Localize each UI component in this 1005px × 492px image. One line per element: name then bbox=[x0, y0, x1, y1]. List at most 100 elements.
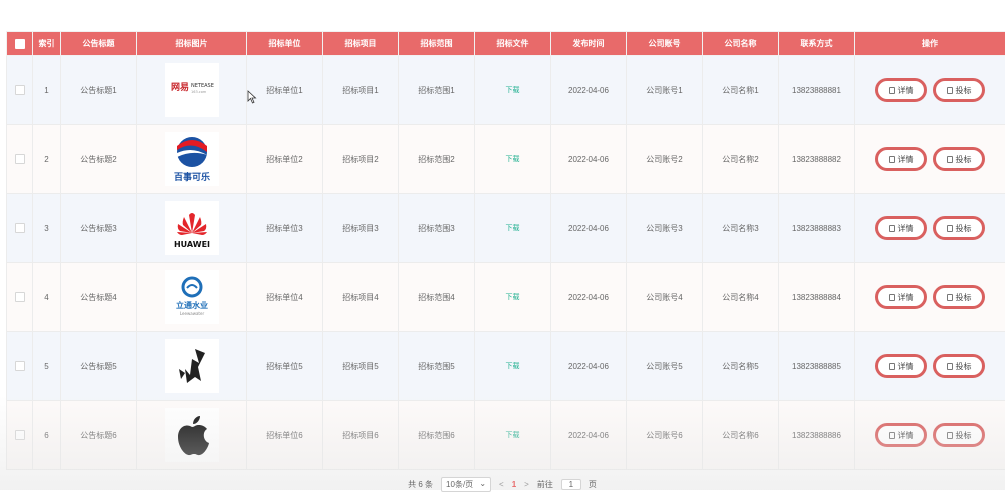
cell-unit: 招标单位2 bbox=[247, 125, 323, 194]
cell-actions: 详情投标 bbox=[855, 401, 1005, 470]
cell-file: 下载 bbox=[475, 263, 551, 332]
page-suffix: 页 bbox=[589, 479, 597, 490]
cell-company: 公司名称3 bbox=[703, 194, 779, 263]
detail-button-label: 详情 bbox=[898, 223, 914, 234]
cell-file: 下载 bbox=[475, 332, 551, 401]
cell-scope: 招标范围2 bbox=[399, 125, 475, 194]
current-page-number[interactable]: 1 bbox=[512, 480, 516, 489]
document-icon bbox=[947, 294, 953, 301]
bid-button[interactable]: 投标 bbox=[933, 147, 985, 171]
column-header-image: 招标图片 bbox=[137, 32, 247, 56]
detail-button[interactable]: 详情 bbox=[875, 354, 927, 378]
cell-time: 2022-04-06 bbox=[551, 332, 627, 401]
row-checkbox[interactable] bbox=[15, 430, 25, 440]
row-checkbox[interactable] bbox=[15, 223, 25, 233]
cell-index: 6 bbox=[33, 401, 61, 470]
detail-button[interactable]: 详情 bbox=[875, 423, 927, 447]
document-icon bbox=[889, 294, 895, 301]
cell-contact: 13823888884 bbox=[779, 263, 855, 332]
cell-company: 公司名称2 bbox=[703, 125, 779, 194]
row-checkbox[interactable] bbox=[15, 154, 25, 164]
svg-text:百事可乐: 百事可乐 bbox=[173, 171, 209, 183]
detail-button[interactable]: 详情 bbox=[875, 78, 927, 102]
cell-project: 招标项目6 bbox=[323, 401, 399, 470]
cell-scope: 招标范围6 bbox=[399, 401, 475, 470]
data-table: 索引 公告标题 招标图片 招标单位 招标项目 招标范围 招标文件 发布时间 公司… bbox=[6, 31, 1005, 470]
bird-logo bbox=[165, 339, 219, 393]
cell-unit: 招标单位3 bbox=[247, 194, 323, 263]
table-row: 3公告标题3HUAWEI招标单位3招标项目3招标范围3下载2022-04-06公… bbox=[7, 194, 1005, 263]
detail-button-label: 详情 bbox=[898, 292, 914, 303]
goto-page-input[interactable]: 1 bbox=[561, 479, 581, 490]
bid-button-label: 投标 bbox=[956, 292, 972, 303]
cell-title: 公告标题2 bbox=[61, 125, 137, 194]
cell-index: 5 bbox=[33, 332, 61, 401]
row-checkbox[interactable] bbox=[15, 292, 25, 302]
download-link[interactable]: 下载 bbox=[506, 87, 520, 94]
cell-time: 2022-04-06 bbox=[551, 125, 627, 194]
row-select-cell bbox=[7, 56, 33, 125]
download-link[interactable]: 下载 bbox=[506, 225, 520, 232]
cell-account: 公司账号5 bbox=[627, 332, 703, 401]
detail-button-label: 详情 bbox=[898, 361, 914, 372]
mouse-cursor-icon bbox=[247, 90, 257, 104]
cell-project: 招标项目3 bbox=[323, 194, 399, 263]
cell-index: 1 bbox=[33, 56, 61, 125]
cell-account: 公司账号4 bbox=[627, 263, 703, 332]
row-checkbox[interactable] bbox=[15, 361, 25, 371]
download-link[interactable]: 下载 bbox=[506, 432, 520, 439]
cell-time: 2022-04-06 bbox=[551, 56, 627, 125]
document-icon bbox=[889, 87, 895, 94]
select-all-checkbox[interactable] bbox=[15, 39, 25, 49]
row-select-cell bbox=[7, 263, 33, 332]
document-icon bbox=[947, 363, 953, 370]
chevron-down-icon: ⌄ bbox=[479, 479, 486, 490]
next-page-button[interactable]: > bbox=[524, 480, 529, 489]
table-row: 5公告标题5招标单位5招标项目5招标范围5下载2022-04-06公司账号5公司… bbox=[7, 332, 1005, 401]
cell-company: 公司名称4 bbox=[703, 263, 779, 332]
download-link[interactable]: 下载 bbox=[506, 156, 520, 163]
detail-button[interactable]: 详情 bbox=[875, 216, 927, 240]
download-link[interactable]: 下载 bbox=[506, 294, 520, 301]
bid-button[interactable]: 投标 bbox=[933, 78, 985, 102]
bid-button[interactable]: 投标 bbox=[933, 354, 985, 378]
document-icon bbox=[947, 87, 953, 94]
bid-button[interactable]: 投标 bbox=[933, 285, 985, 309]
prev-page-button[interactable]: < bbox=[499, 480, 504, 489]
cell-scope: 招标范围1 bbox=[399, 56, 475, 125]
cell-account: 公司账号1 bbox=[627, 56, 703, 125]
cell-title: 公告标题1 bbox=[61, 56, 137, 125]
cell-file: 下载 bbox=[475, 401, 551, 470]
cell-time: 2022-04-06 bbox=[551, 401, 627, 470]
cell-contact: 13823888882 bbox=[779, 125, 855, 194]
detail-button[interactable]: 详情 bbox=[875, 285, 927, 309]
bid-button[interactable]: 投标 bbox=[933, 216, 985, 240]
column-header-company: 公司名称 bbox=[703, 32, 779, 56]
cell-title: 公告标题3 bbox=[61, 194, 137, 263]
column-header-actions: 操作 bbox=[855, 32, 1005, 56]
cell-file: 下载 bbox=[475, 56, 551, 125]
detail-button[interactable]: 详情 bbox=[875, 147, 927, 171]
cell-project: 招标项目5 bbox=[323, 332, 399, 401]
bid-button-label: 投标 bbox=[956, 154, 972, 165]
column-header-scope: 招标范围 bbox=[399, 32, 475, 56]
page-size-select[interactable]: 10条/页 ⌄ bbox=[441, 477, 491, 492]
cell-actions: 详情 投标 bbox=[855, 332, 1005, 401]
document-icon bbox=[889, 225, 895, 232]
bid-button-label: 投标 bbox=[956, 223, 972, 234]
document-icon bbox=[889, 432, 895, 439]
table-row: 4公告标题4立通水业Leewawater招标单位4招标项目4招标范围4下载202… bbox=[7, 263, 1005, 332]
bid-button[interactable]: 投标 bbox=[933, 423, 985, 447]
cell-image: 网易NETEASE163.com bbox=[137, 56, 247, 125]
row-checkbox[interactable] bbox=[15, 85, 25, 95]
column-header-file: 招标文件 bbox=[475, 32, 551, 56]
cell-scope: 招标范围5 bbox=[399, 332, 475, 401]
document-icon bbox=[947, 156, 953, 163]
cell-image bbox=[137, 401, 247, 470]
cell-unit: 招标单位1 bbox=[247, 56, 323, 125]
download-link[interactable]: 下载 bbox=[506, 363, 520, 370]
row-select-cell bbox=[7, 125, 33, 194]
detail-button-label: 详情 bbox=[898, 85, 914, 96]
cell-contact: 13823888883 bbox=[779, 194, 855, 263]
cell-account: 公司账号6 bbox=[627, 401, 703, 470]
